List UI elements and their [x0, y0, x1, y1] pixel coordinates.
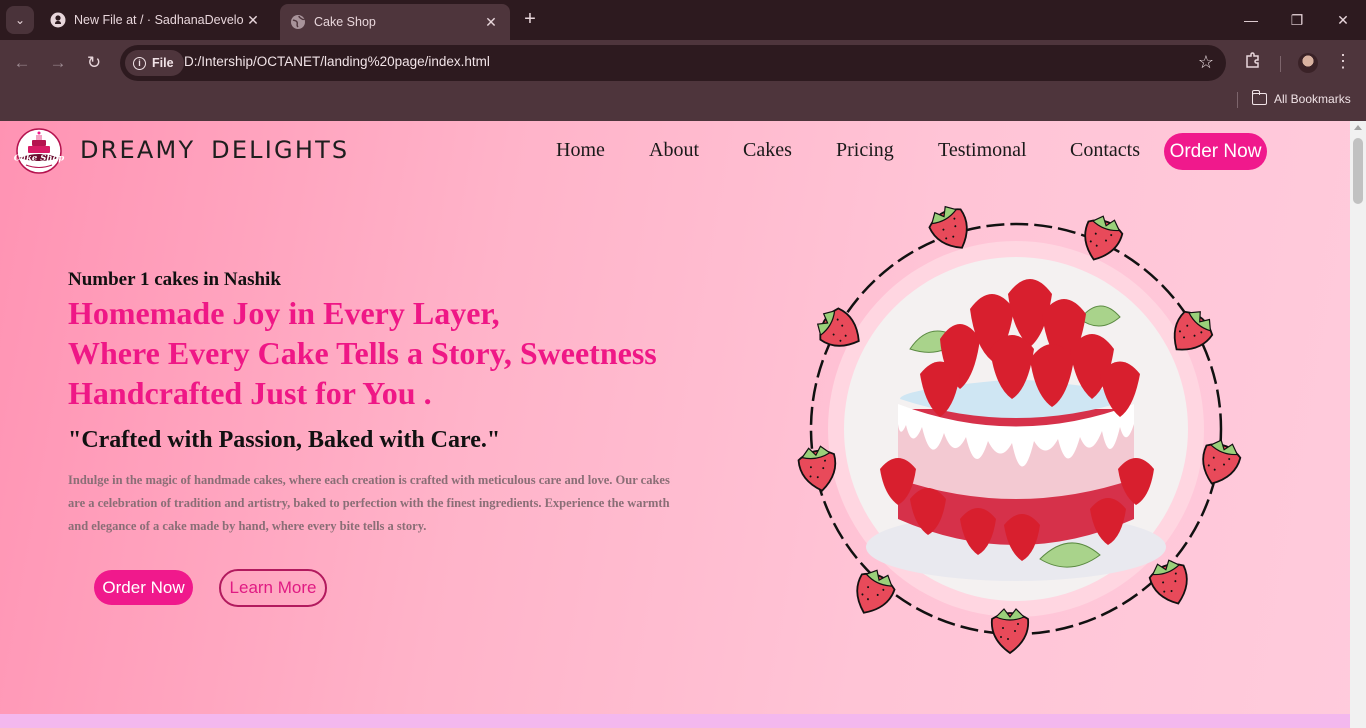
reload-icon[interactable]: ↻ — [82, 51, 106, 75]
brand-name[interactable]: DREAMY DELIGHTS — [80, 136, 349, 164]
address-bar[interactable]: i File D:/Intership/OCTANET/landing%20pa… — [120, 45, 1226, 81]
browser-toolbar: ← → ↻ i File D:/Intership/OCTANET/landin… — [0, 40, 1366, 86]
headline-line: Where Every Cake Tells a Story, Sweetnes… — [68, 335, 657, 371]
scroll-up-icon[interactable] — [1354, 125, 1362, 130]
tab-search-button[interactable]: ⌄ — [6, 6, 34, 34]
globe-icon — [290, 14, 306, 30]
close-icon[interactable]: ✕ — [244, 12, 262, 29]
nav-home[interactable]: Home — [556, 139, 605, 162]
nav-cakes[interactable]: Cakes — [743, 139, 792, 162]
close-icon[interactable]: ✕ — [482, 14, 500, 31]
page-viewport: Cake Shop DREAMY DELIGHTS Home About Cak… — [0, 121, 1366, 728]
hero-subheadline: "Crafted with Passion, Baked with Care." — [68, 427, 501, 453]
url-text[interactable]: D:/Intership/OCTANET/landing%20page/inde… — [184, 54, 490, 69]
headline-line: Homemade Joy in Every Layer, — [68, 295, 500, 331]
all-bookmarks-label: All Bookmarks — [1274, 92, 1351, 106]
tab-github[interactable]: New File at / · SadhanaDevelop ✕ — [40, 6, 272, 34]
order-now-button[interactable]: Order Now — [94, 570, 193, 605]
hero-description: Indulge in the magic of handmade cakes, … — [68, 473, 670, 533]
new-tab-button[interactable]: + — [518, 8, 542, 32]
arrow-right-icon[interactable]: → — [46, 51, 70, 75]
headline-line: Handcrafted Just for You . — [68, 375, 432, 411]
nav-pricing[interactable]: Pricing — [836, 139, 894, 162]
tab-strip: ⌄ New File at / · SadhanaDevelop ✕ Cake … — [0, 0, 1366, 40]
github-icon — [50, 12, 66, 28]
scheme-label: File — [152, 56, 174, 70]
strawberry-cake-image — [780, 199, 1260, 659]
hero-tagline: Number 1 cakes in Nashik — [68, 269, 281, 290]
site-info-chip[interactable]: i File — [125, 50, 184, 76]
tab-title: New File at / · SadhanaDevelop — [74, 13, 244, 27]
info-icon: i — [133, 56, 146, 70]
toolbar-divider — [1280, 56, 1281, 72]
cake-shop-logo[interactable]: Cake Shop — [12, 128, 68, 174]
next-section-edge — [0, 714, 1350, 728]
bookmarks-divider — [1237, 92, 1238, 108]
window-close-button[interactable]: ✕ — [1320, 8, 1366, 32]
page-scrollbar[interactable] — [1350, 121, 1366, 728]
minimize-button[interactable]: — — [1228, 8, 1274, 32]
tab-cake-shop[interactable]: Cake Shop ✕ — [280, 4, 510, 40]
nav-testimonal[interactable]: Testimonal — [938, 139, 1027, 162]
chevron-down-icon: ⌄ — [14, 13, 26, 27]
nav-contacts[interactable]: Contacts — [1070, 139, 1140, 162]
hero-headline: Homemade Joy in Every Layer, Where Every… — [68, 293, 708, 413]
restore-button[interactable]: ❐ — [1274, 8, 1320, 32]
avatar[interactable] — [1298, 53, 1318, 73]
kebab-menu-icon[interactable]: ⋮ — [1334, 51, 1352, 72]
svg-text:Cake Shop: Cake Shop — [14, 154, 65, 164]
all-bookmarks-button[interactable]: All Bookmarks — [1251, 90, 1351, 106]
folder-icon — [1251, 90, 1267, 105]
tab-title: Cake Shop — [314, 15, 376, 29]
star-icon[interactable]: ☆ — [1198, 52, 1214, 73]
puzzle-icon[interactable] — [1244, 51, 1264, 71]
learn-more-button[interactable]: Learn More — [219, 569, 327, 607]
order-now-nav-button[interactable]: Order Now — [1164, 133, 1267, 170]
bookmarks-bar — [0, 86, 1366, 121]
scrollbar-thumb[interactable] — [1353, 138, 1363, 204]
nav-about[interactable]: About — [649, 139, 699, 162]
arrow-left-icon[interactable]: ← — [10, 51, 34, 75]
